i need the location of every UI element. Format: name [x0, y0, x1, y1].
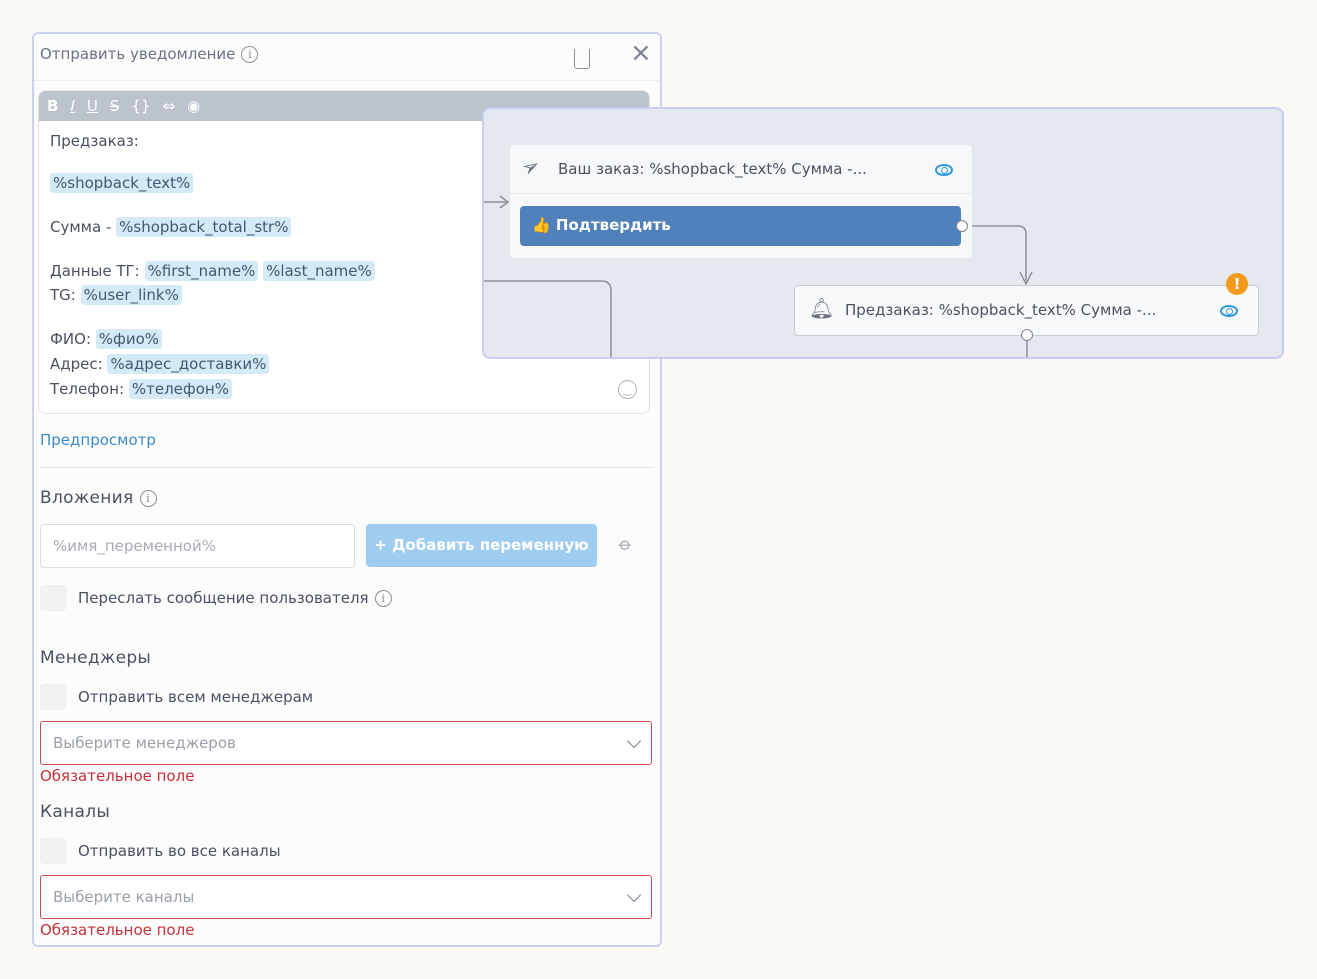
editor-line: Сумма - %shopback_total_str% [50, 217, 292, 237]
editor-line: Адрес: %адрес_доставки% [50, 354, 270, 374]
editor-line: Предзаказ: [50, 132, 139, 150]
variable-chip: %shopback_total_str% [116, 217, 292, 237]
forward-message-label: Переслать сообщение пользователя i [78, 589, 392, 607]
attachments-heading: Вложения i [40, 488, 157, 508]
code-icon[interactable]: {} [131, 97, 150, 115]
variable-chip: %фио% [95, 329, 163, 349]
variable-chip: %телефон% [128, 379, 232, 399]
warning-badge: ! [1226, 273, 1248, 295]
node-text: Ваш заказ: %shopback_text% Сумма -... [558, 160, 867, 178]
eye-icon[interactable]: ◉ [187, 97, 200, 115]
channels-select[interactable]: Выберите каналы [40, 875, 652, 919]
divider [34, 80, 660, 81]
variable-chip: %адрес_доставки% [107, 354, 270, 374]
managers-select[interactable]: Выберите менеджеров [40, 721, 652, 765]
strikethrough-icon[interactable]: S [110, 97, 120, 115]
panel-title: Отправить уведомление i [40, 45, 259, 63]
italic-icon[interactable]: I [70, 97, 74, 115]
chevron-down-icon [626, 733, 642, 749]
emoji-icon[interactable]: ‿ [618, 380, 637, 399]
confirm-button[interactable]: 👍 Подтвердить [520, 206, 961, 246]
thumbs-up-icon: 👍 [532, 216, 551, 234]
connector-handle[interactable] [956, 220, 968, 232]
editor-line: TG: %user_link% [50, 285, 182, 305]
channels-error: Обязательное поле [40, 921, 195, 939]
info-icon[interactable]: i [374, 590, 392, 607]
node-text: Предзаказ: %shopback_text% Сумма -... [845, 301, 1157, 319]
divider [510, 193, 972, 194]
variable-chip: %last_name% [263, 261, 375, 281]
message-node[interactable]: ➢ Ваш заказ: %shopback_text% Сумма -... … [510, 145, 972, 258]
bell-icon: 🔔︎ [809, 296, 835, 320]
editor-line: %shopback_text% [50, 173, 194, 193]
bold-icon[interactable]: B [47, 97, 58, 115]
managers-heading: Менеджеры [40, 648, 152, 668]
info-icon[interactable]: i [139, 489, 157, 507]
eye-icon[interactable] [935, 164, 953, 176]
eye-icon[interactable] [1220, 305, 1238, 317]
divider [40, 467, 652, 468]
notification-node[interactable]: 🔔︎ Предзаказ: %shopback_text% Сумма -... [794, 285, 1259, 341]
chevron-down-icon [626, 887, 642, 903]
forward-message-checkbox[interactable] [40, 585, 66, 611]
variable-chip: %shopback_text% [50, 173, 194, 193]
editor-line: Телефон: %телефон% [50, 379, 232, 399]
send-icon: ➢ [516, 152, 546, 183]
editor-line: Данные ТГ: %first_name% %last_name% [50, 261, 375, 281]
info-icon[interactable]: i [241, 46, 259, 63]
paperclip-icon[interactable]: ⌀ [614, 533, 637, 556]
all-channels-label: Отправить во все каналы [78, 842, 281, 860]
underline-icon[interactable]: U [87, 97, 98, 115]
link-icon[interactable]: ⇔ [162, 97, 175, 115]
variable-input[interactable]: %имя_переменной% [40, 524, 355, 568]
all-managers-label: Отправить всем менеджерам [78, 688, 314, 706]
all-managers-checkbox[interactable] [40, 684, 66, 710]
editor-line: ФИО: %фио% [50, 329, 163, 349]
preview-link[interactable]: Предпросмотр [40, 431, 156, 449]
close-icon[interactable]: × [630, 40, 652, 66]
add-variable-button[interactable]: + Добавить переменную [366, 524, 597, 567]
flow-canvas[interactable]: ➢ Ваш заказ: %shopback_text% Сумма -... … [482, 107, 1284, 359]
trash-icon[interactable] [574, 49, 590, 69]
channels-heading: Каналы [40, 802, 111, 822]
variable-chip: %user_link% [80, 285, 182, 305]
all-channels-checkbox[interactable] [40, 838, 66, 864]
variable-chip: %first_name% [144, 261, 259, 281]
managers-error: Обязательное поле [40, 767, 195, 785]
connector-handle[interactable] [1021, 329, 1033, 341]
